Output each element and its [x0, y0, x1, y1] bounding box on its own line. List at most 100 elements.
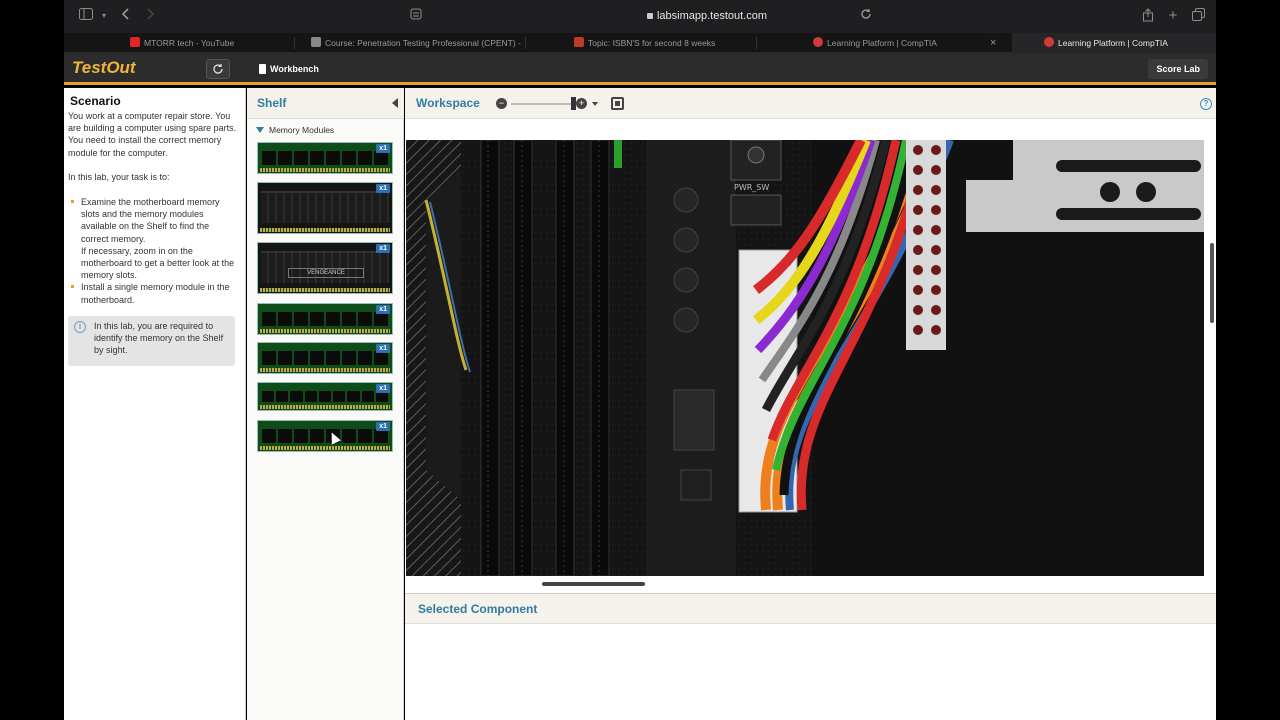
workspace-header: Workspace − + ? [405, 88, 1216, 119]
app-header: TestOut Workbench Score Lab [64, 53, 1216, 85]
document-icon [259, 64, 266, 74]
lock-icon [646, 13, 653, 19]
gold-pins [260, 368, 390, 372]
browser-toolbar: ▾ labsimapp.testout.com + [64, 0, 1216, 33]
memory-module-1[interactable]: x1 [257, 142, 393, 174]
shelf-panel: Shelf Memory Modules x1 x1 VENGEANCE x1 … [247, 88, 404, 720]
bullet-icon [71, 200, 74, 203]
memory-chips [262, 151, 388, 165]
comptia-favicon-icon [813, 37, 823, 47]
workspace-title: Workspace [416, 96, 480, 110]
collapse-left-icon[interactable] [392, 98, 398, 108]
gold-pins [260, 446, 390, 450]
workbench-label: Workbench [270, 64, 319, 74]
task-list: Examine the motherboard memory slots and… [69, 196, 239, 306]
task-item: Examine the motherboard memory slots and… [69, 196, 239, 281]
zoom-slider-track[interactable] [511, 103, 573, 105]
score-lab-button[interactable]: Score Lab [1148, 59, 1208, 79]
zoom-in-button[interactable]: + [576, 98, 587, 109]
close-tab-icon[interactable]: × [990, 33, 1004, 53]
tab-topic[interactable]: Topic: ISBN'S for second 8 weeks [574, 33, 754, 53]
task-main: Examine the motherboard memory slots and… [81, 197, 220, 244]
memory-module-6[interactable]: x1 [257, 382, 393, 411]
memory-chips [262, 351, 388, 365]
testout-logo: TestOut [72, 58, 136, 77]
bullet-icon [71, 285, 74, 289]
gold-pins [260, 228, 390, 232]
gold-pins [260, 288, 390, 292]
tab-comptia-1[interactable]: Learning Platform | CompTIA [813, 33, 993, 53]
pwr-sw-label: PWR_SW [734, 183, 769, 192]
selected-component-title: Selected Component [418, 602, 538, 616]
forward-icon[interactable] [142, 8, 158, 24]
task-lead: In this lab, your task is to: [68, 172, 170, 182]
info-text: In this lab, you are required to identif… [94, 321, 224, 356]
task-sub: If necessary, zoom in on the motherboard… [81, 245, 235, 281]
back-icon[interactable] [118, 8, 134, 24]
selected-component-header: Selected Component [405, 594, 1216, 624]
tab-title: Course: Penetration Testing Professional… [325, 38, 521, 48]
tab-separator [525, 37, 526, 49]
tab-separator [294, 37, 295, 49]
vertical-scrollbar[interactable] [1210, 243, 1214, 323]
comptia-favicon-icon [1044, 37, 1054, 47]
topic-favicon-icon [574, 37, 584, 47]
zoom-dropdown-icon[interactable] [592, 102, 598, 106]
scenario-panel: Scenario You work at a computer repair s… [64, 88, 305, 720]
memory-module-2[interactable]: x1 [257, 182, 393, 234]
tab-title: Topic: ISBN'S for second 8 weeks [588, 38, 716, 48]
memory-module-3[interactable]: VENGEANCE x1 [257, 242, 393, 294]
memory-chips [262, 312, 388, 326]
scenario-title: Scenario [70, 94, 121, 108]
tab-title: MTORR tech - YouTube [144, 38, 235, 48]
memory-module-4[interactable]: x1 [257, 303, 393, 335]
course-favicon-icon [311, 37, 321, 47]
task-main: Install a single memory module in the mo… [81, 282, 230, 305]
tab-bar: MTORR tech - YouTube Course: Penetration… [64, 33, 1216, 53]
memory-chips [262, 429, 388, 443]
category-label: Memory Modules [269, 125, 335, 135]
url-text: labsimapp.testout.com [656, 10, 768, 22]
quantity-badge: x1 [376, 422, 390, 431]
page-settings-icon[interactable] [408, 8, 424, 24]
quantity-badge: x1 [376, 384, 390, 393]
tab-title: Learning Platform | CompTIA [827, 38, 937, 48]
plus-icon[interactable]: + [1165, 8, 1181, 24]
quantity-badge: x1 [376, 305, 390, 314]
expand-triangle-icon [256, 127, 264, 133]
zoom-out-button[interactable]: − [496, 98, 507, 109]
share-icon[interactable] [1140, 8, 1156, 24]
fit-to-screen-icon[interactable] [611, 97, 624, 110]
heat-spreader [261, 251, 389, 283]
motherboard-illustration: PWR_SW [406, 140, 1204, 576]
help-icon[interactable]: ? [1200, 98, 1212, 110]
memory-module-5[interactable]: x1 [257, 342, 393, 374]
tab-comptia-active[interactable]: Learning Platform | CompTIA [1012, 33, 1216, 53]
workbench-tab[interactable]: Workbench [258, 53, 319, 85]
task-item: Install a single memory module in the mo… [69, 281, 239, 305]
info-note: i In this lab, you are required to ident… [68, 316, 235, 366]
tab-course[interactable]: Course: Penetration Testing Professional… [311, 33, 521, 53]
gold-pins [260, 405, 390, 409]
quantity-badge: x1 [376, 344, 390, 353]
memory-module-7[interactable]: x1 [257, 420, 393, 452]
quantity-badge: x1 [376, 244, 390, 253]
shelf-title: Shelf [257, 96, 287, 110]
sidebar-icon[interactable] [78, 8, 94, 24]
tabs-icon[interactable] [1190, 8, 1206, 24]
reload-icon[interactable] [858, 8, 874, 24]
refresh-icon [213, 64, 223, 74]
horizontal-scrollbar[interactable] [542, 582, 645, 586]
gold-pins [260, 329, 390, 333]
vengeance-label: VENGEANCE [288, 268, 364, 278]
motherboard-view[interactable]: PWR_SW [406, 140, 1204, 576]
refresh-button[interactable] [206, 59, 230, 79]
tab-title: Learning Platform | CompTIA [1058, 38, 1168, 48]
info-icon: i [74, 321, 86, 333]
heat-spreader [261, 191, 389, 223]
youtube-icon [130, 37, 140, 47]
chevron-down-icon[interactable]: ▾ [96, 8, 112, 24]
category-memory-modules[interactable]: Memory Modules [256, 125, 334, 135]
screen: ▾ labsimapp.testout.com + MTORR tech - Y… [0, 0, 1280, 720]
scenario-intro: You work at a computer repair store. You… [68, 111, 237, 158]
